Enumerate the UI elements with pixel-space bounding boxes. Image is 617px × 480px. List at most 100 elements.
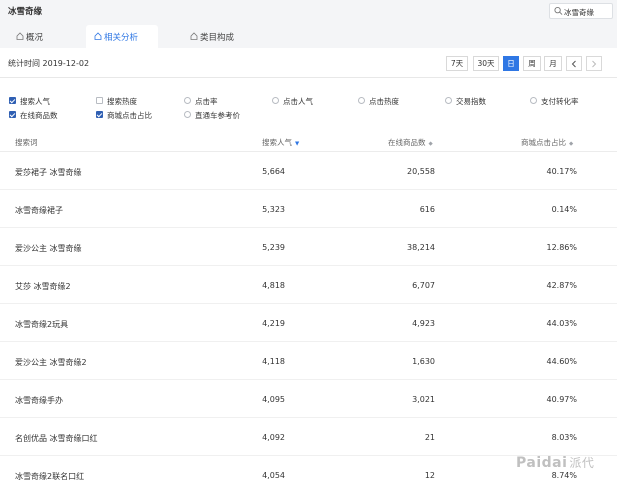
mall-click-ratio-cell: 40.97% (546, 395, 577, 404)
metric-label: 交易指数 (456, 97, 486, 106)
period-month-button[interactable]: 月 (544, 56, 562, 71)
keyword-cell: 冰雪奇缘2联名口红 (15, 472, 85, 480)
tab-category-composition[interactable]: 类目构成 (182, 25, 254, 48)
search-icon (554, 6, 563, 15)
table-row[interactable]: 冰雪奇缘裙子 5,323 616 0.14% (0, 190, 617, 228)
tab-label: 相关分析 (104, 32, 139, 43)
popularity-cell: 5,664 (262, 167, 285, 176)
table-row[interactable]: 爱沙公主 冰雪奇缘2 4,118 1,630 44.60% (0, 342, 617, 380)
tab-related-analysis[interactable]: 相关分析 (86, 25, 158, 48)
checkbox-box (184, 111, 191, 118)
tab-label: 类目构成 (200, 32, 235, 43)
metric-label: 直通车参考价 (195, 111, 240, 120)
checkbox-box (358, 97, 365, 104)
table-row[interactable]: 冰雪奇缘手办 4,095 3,021 40.97% (0, 380, 617, 418)
column-header-search-popularity[interactable]: 搜索人气 ▼ (262, 137, 299, 148)
search-value: 冰雪奇缘 (564, 8, 594, 17)
online-items-cell: 4,923 (412, 319, 435, 328)
period-week-button[interactable]: 周 (523, 56, 541, 71)
column-header-mall-click-ratio[interactable]: 商城点击占比 ◆ (521, 137, 573, 148)
chevron-right-icon (592, 60, 597, 67)
top-bar: 冰雪奇缘 冰雪奇缘 (0, 0, 617, 24)
keyword-cell: 艾莎 冰雪奇缘2 (15, 282, 71, 291)
table-row[interactable]: 名创优品 冰雪奇缘口红 4,092 21 8.03% (0, 418, 617, 456)
sort-icon: ◆ (428, 141, 433, 147)
checkbox-box (96, 111, 103, 118)
online-items-cell: 3,021 (412, 395, 435, 404)
period-7day-button[interactable]: 7天 (446, 56, 468, 71)
home-icon (16, 32, 24, 40)
mall-click-ratio-cell: 40.17% (546, 167, 577, 176)
checkbox-box (184, 97, 191, 104)
sort-desc-icon: ▼ (295, 141, 300, 147)
table-header: 搜索词 搜索人气 ▼ 在线商品数 ◆ 商城点击占比 ◆ (0, 130, 617, 152)
stat-time: 统计时间 2019-12-02 (8, 59, 90, 68)
mall-click-ratio-cell: 8.74% (551, 471, 577, 480)
keyword-cell: 名创优品 冰雪奇缘口红 (15, 434, 98, 443)
chevron-left-icon (571, 60, 576, 67)
popularity-cell: 5,239 (262, 243, 285, 252)
keyword-cell: 爱沙公主 冰雪奇缘2 (15, 358, 87, 367)
column-header-keyword: 搜索词 (15, 138, 38, 147)
column-header-online-items[interactable]: 在线商品数 ◆ (388, 137, 433, 148)
tab-label: 概况 (26, 32, 44, 43)
online-items-cell: 38,214 (407, 243, 435, 252)
search-input[interactable]: 冰雪奇缘 (549, 3, 613, 19)
metric-label: 在线商品数 (20, 111, 58, 120)
checkbox-box (530, 97, 537, 104)
mall-click-ratio-cell: 0.14% (551, 205, 577, 214)
metric-selector: 搜索人气 搜索热度 点击率 点击人气 点击热度 交易指数 支付转化率 在线商品数… (0, 92, 617, 126)
online-items-cell: 6,707 (412, 281, 435, 290)
online-items-cell: 12 (424, 471, 435, 480)
mall-click-ratio-cell: 44.60% (546, 357, 577, 366)
metric-label: 点击率 (195, 97, 218, 106)
prev-button[interactable] (566, 56, 582, 71)
online-items-cell: 616 (419, 205, 435, 214)
table-row[interactable]: 艾莎 冰雪奇缘2 4,818 6,707 42.87% (0, 266, 617, 304)
online-items-cell: 1,630 (412, 357, 435, 366)
popularity-cell: 4,219 (262, 319, 285, 328)
metric-label: 点击热度 (369, 97, 399, 106)
keyword-cell: 冰雪奇缘裙子 (15, 206, 63, 215)
popularity-cell: 4,054 (262, 471, 285, 480)
metric-label: 点击人气 (283, 97, 313, 106)
table-row[interactable]: 爱莎裙子 冰雪奇缘 5,664 20,558 40.17% (0, 152, 617, 190)
mall-click-ratio-cell: 12.86% (546, 243, 577, 252)
keyword-cell: 爱沙公主 冰雪奇缘 (15, 244, 82, 253)
checkbox-box (9, 97, 16, 104)
app-title: 冰雪奇缘 (8, 7, 43, 17)
keyword-cell: 冰雪奇缘手办 (15, 396, 63, 405)
tab-overview[interactable]: 概况 (8, 25, 68, 48)
tab-bar: 概况 相关分析 类目构成 (0, 24, 617, 48)
checkbox-box (9, 111, 16, 118)
date-toolbar: 统计时间 2019-12-02 7天 30天 日 周 月 (0, 48, 617, 78)
home-icon (190, 32, 198, 40)
table-row[interactable]: 冰雪奇缘2玩具 4,219 4,923 44.03% (0, 304, 617, 342)
paidai-watermark: Paidai 派代 (516, 455, 595, 471)
mall-click-ratio-cell: 42.87% (546, 281, 577, 290)
checkbox-box (272, 97, 279, 104)
metric-label: 搜索热度 (107, 97, 137, 106)
online-items-cell: 20,558 (407, 167, 435, 176)
popularity-cell: 4,092 (262, 433, 285, 442)
metric-label: 商城点击占比 (107, 111, 152, 120)
metric-label: 搜索人气 (20, 97, 50, 106)
table-row[interactable]: 爱沙公主 冰雪奇缘 5,239 38,214 12.86% (0, 228, 617, 266)
popularity-cell: 4,118 (262, 357, 285, 366)
mall-click-ratio-cell: 44.03% (546, 319, 577, 328)
mall-click-ratio-cell: 8.03% (551, 433, 577, 442)
keyword-cell: 冰雪奇缘2玩具 (15, 320, 69, 329)
checkbox-box (96, 97, 103, 104)
metric-label: 支付转化率 (541, 97, 579, 106)
popularity-cell: 4,818 (262, 281, 285, 290)
period-day-button[interactable]: 日 (503, 56, 519, 71)
popularity-cell: 4,095 (262, 395, 285, 404)
sort-icon: ◆ (569, 141, 574, 147)
period-30day-button[interactable]: 30天 (473, 56, 499, 71)
next-button[interactable] (586, 56, 602, 71)
keyword-cell: 爱莎裙子 冰雪奇缘 (15, 168, 82, 177)
checkbox-box (445, 97, 452, 104)
home-icon (94, 32, 102, 40)
popularity-cell: 5,323 (262, 205, 285, 214)
online-items-cell: 21 (424, 433, 435, 442)
